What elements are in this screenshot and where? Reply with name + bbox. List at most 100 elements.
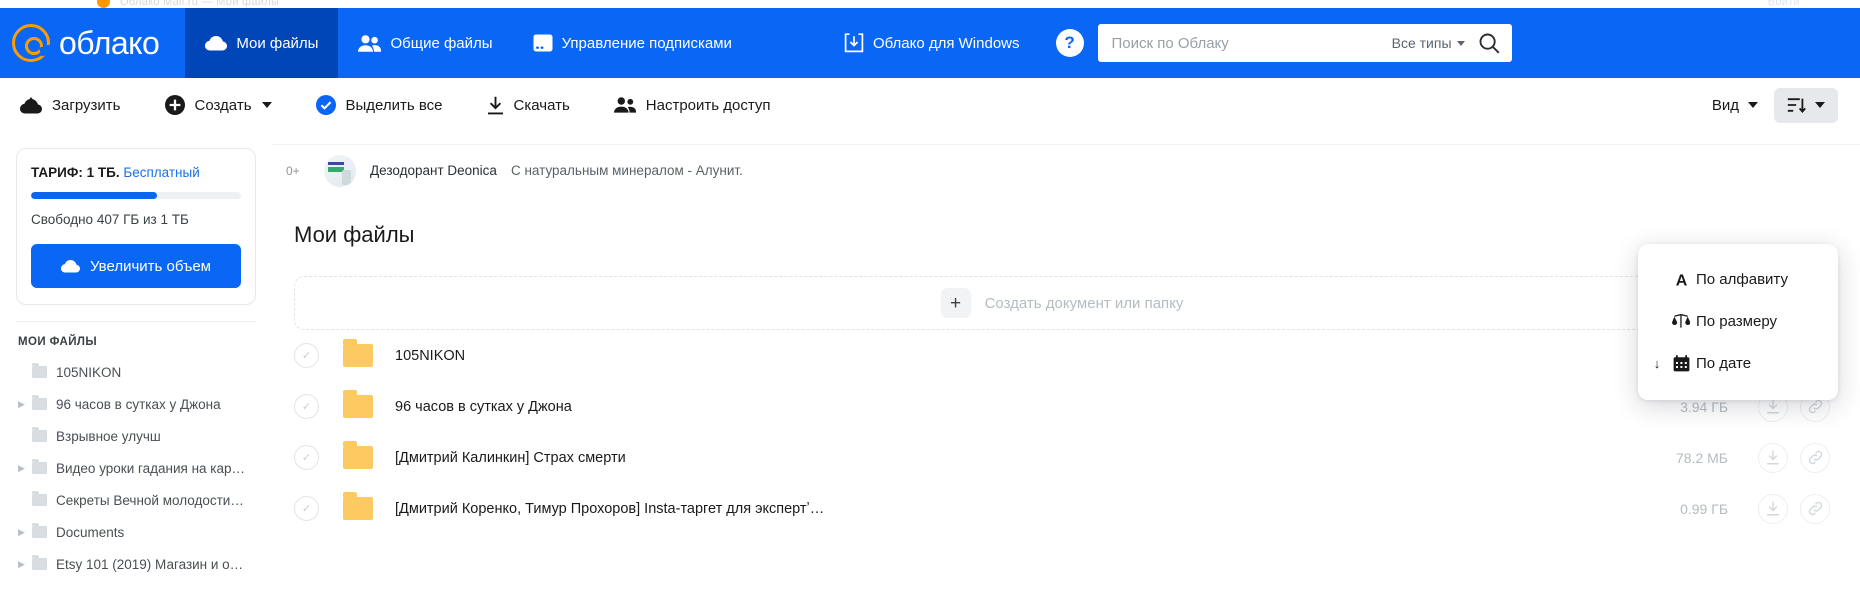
file-name: [Дмитрий Калинкин] Страх смерти bbox=[395, 449, 626, 466]
chevron-down-icon bbox=[1815, 102, 1825, 108]
logo[interactable]: облако bbox=[0, 8, 185, 78]
nav-item-cloud-for-windows[interactable]: Облако для Windows bbox=[824, 8, 1040, 78]
sort-menu-item[interactable]: По размеру bbox=[1638, 300, 1838, 342]
download-button[interactable]: Скачать bbox=[483, 96, 588, 115]
chevron-right-icon[interactable]: ▶ bbox=[18, 463, 32, 474]
ad-title: Дезодорант Deonica bbox=[370, 163, 497, 178]
upload-button[interactable]: Загрузить bbox=[16, 96, 139, 114]
row-checkbox[interactable]: ✓ bbox=[294, 394, 319, 419]
file-row[interactable]: ✓ 96 часов в сутках у Джона 3.94 ГБ bbox=[272, 381, 1860, 432]
file-row[interactable]: ✓ [Дмитрий Калинкин] Страх смерти 78.2 МБ bbox=[272, 432, 1860, 483]
row-checkbox[interactable]: ✓ bbox=[294, 343, 319, 368]
cloud-icon bbox=[205, 35, 228, 51]
tree-section-title: МОИ ФАЙЛЫ bbox=[18, 336, 98, 348]
tariff-title: ТАРИФ: 1 ТБ. Бесплатный bbox=[31, 165, 241, 180]
tree-item[interactable]: ▶ Видео уроки гадания на кар… bbox=[0, 452, 272, 484]
link-icon[interactable] bbox=[1800, 493, 1830, 524]
row-checkbox[interactable]: ✓ bbox=[294, 496, 319, 521]
sort-menu-item[interactable]: ↓ По дате bbox=[1638, 342, 1838, 384]
browser-chrome-strip: Облако Mail.ru — Мои файлы Войти bbox=[0, 0, 1860, 8]
file-name: [Дмитрий Коренко, Тимур Прохоров] Insta-… bbox=[395, 500, 825, 517]
page-title: Мои файлы bbox=[294, 222, 415, 247]
file-list: ✓105NIKON86.1 МБ✓96 часов в сутках у Джо… bbox=[272, 330, 1860, 534]
view-dropdown-button[interactable]: Вид bbox=[1702, 89, 1768, 122]
upload-cloud-icon bbox=[20, 96, 42, 114]
file-row[interactable]: ✓ [Дмитрий Коренко, Тимур Прохоров] Insta… bbox=[272, 483, 1860, 534]
nav-item-my-files[interactable]: Мои файлы bbox=[185, 8, 339, 78]
browser-tab-title: Облако Mail.ru — Мои файлы bbox=[120, 0, 280, 8]
tree-item[interactable]: ▶ Documents bbox=[0, 516, 272, 548]
upgrade-storage-button[interactable]: Увеличить объем bbox=[31, 244, 241, 288]
at-sign-icon bbox=[12, 24, 50, 62]
calendar-icon bbox=[1666, 354, 1696, 372]
app-header: облако Мои файлы Общие файлы Управление … bbox=[0, 8, 1860, 78]
sidebar: ТАРИФ: 1 ТБ. Бесплатный Свободно 407 ГБ … bbox=[0, 132, 272, 612]
download-icon bbox=[487, 96, 504, 115]
file-row[interactable]: ✓105NIKON86.1 МБ bbox=[272, 330, 1860, 381]
file-name: 96 часов в сутках у Джона bbox=[395, 398, 572, 415]
folder-icon bbox=[32, 491, 47, 506]
favicon-dot bbox=[97, 0, 110, 8]
check-circle-blue-icon bbox=[315, 95, 336, 115]
folder-tree: ▶105NIKON▶96 часов в сутках у Джона▶Взры… bbox=[0, 356, 272, 580]
sort-dropdown-menu: A По алфавиту По размеру ↓ По дате bbox=[1638, 244, 1838, 400]
search-types-dropdown[interactable]: Все типы bbox=[1392, 35, 1465, 51]
page-body: ТАРИФ: 1 ТБ. Бесплатный Свободно 407 ГБ … bbox=[0, 132, 1860, 612]
file-name: 105NIKON bbox=[395, 347, 466, 364]
tariff-free-link[interactable]: Бесплатный bbox=[123, 165, 199, 180]
logo-label: облако bbox=[59, 25, 160, 61]
tree-item[interactable]: ▶105NIKON bbox=[0, 356, 272, 388]
storage-progress-bar bbox=[31, 192, 241, 199]
folder-icon bbox=[32, 363, 47, 378]
tree-item-label: 105NIKON bbox=[56, 364, 122, 380]
folder-icon bbox=[32, 395, 47, 410]
tree-item[interactable]: ▶ 96 часов в сутках у Джона bbox=[0, 388, 272, 420]
tree-item-label: Взрывное улучш bbox=[56, 428, 161, 444]
tree-item-label: Documents bbox=[56, 524, 125, 540]
nav-item-subscriptions[interactable]: Управление подписками bbox=[513, 8, 752, 78]
advertisement-banner[interactable]: 0+ Дезодорант Deonica С натуральным мине… bbox=[272, 144, 1860, 196]
help-button[interactable]: ? bbox=[1055, 29, 1084, 57]
plus-icon: + bbox=[940, 288, 971, 318]
toolbar-label: Настроить доступ bbox=[645, 96, 771, 114]
create-document-dropzone[interactable]: + Создать документ или папку bbox=[294, 276, 1830, 330]
search-icon[interactable] bbox=[1479, 33, 1500, 54]
sort-dropdown-button[interactable] bbox=[1774, 87, 1838, 123]
alphabet-a-icon: A bbox=[1666, 271, 1696, 288]
storage-progress-fill bbox=[31, 192, 157, 199]
sort-menu-item[interactable]: A По алфавиту bbox=[1638, 258, 1838, 300]
create-button[interactable]: Создать bbox=[161, 95, 290, 115]
plus-circle-icon bbox=[164, 95, 185, 115]
free-space-label: Свободно 407 ГБ из 1 ТБ bbox=[31, 212, 189, 227]
chevron-right-icon[interactable]: ▶ bbox=[18, 527, 32, 538]
download-icon[interactable] bbox=[1758, 442, 1788, 473]
link-icon[interactable] bbox=[1800, 442, 1830, 473]
folder-icon bbox=[343, 492, 373, 520]
scales-icon bbox=[1666, 313, 1696, 329]
nav-item-shared-files[interactable]: Общие файлы bbox=[338, 8, 512, 78]
file-size: 3.94 ГБ bbox=[1680, 398, 1728, 415]
users-icon bbox=[358, 34, 382, 52]
folder-icon bbox=[32, 523, 47, 538]
download-icon[interactable] bbox=[1758, 493, 1788, 524]
tree-item[interactable]: ▶Секреты Вечной молодости… bbox=[0, 484, 272, 516]
action-toolbar: Загрузить Создать Выделить все Скачать Н… bbox=[0, 78, 1860, 132]
nav-label: Облако для Windows bbox=[872, 34, 1020, 52]
ad-age-rating: 0+ bbox=[286, 163, 300, 178]
chevron-right-icon[interactable]: ▶ bbox=[18, 559, 32, 570]
search-input[interactable] bbox=[1111, 34, 1392, 52]
toolbar-label: Скачать bbox=[513, 96, 570, 114]
sort-direction-icon: ↓ bbox=[1653, 355, 1661, 371]
row-checkbox[interactable]: ✓ bbox=[294, 445, 319, 470]
tree-item[interactable]: ▶ Etsy 101 (2019) Магазин и о… bbox=[0, 548, 272, 580]
chevron-right-icon[interactable]: ▶ bbox=[18, 399, 32, 410]
row-actions bbox=[1758, 493, 1830, 524]
tree-item[interactable]: ▶Взрывное улучш bbox=[0, 420, 272, 452]
share-access-button[interactable]: Настроить доступ bbox=[610, 97, 789, 114]
select-all-button[interactable]: Выделить все bbox=[312, 95, 461, 115]
upgrade-label: Увеличить объем bbox=[90, 257, 211, 275]
nav-label: Общие файлы bbox=[390, 34, 493, 52]
sort-menu-item-label: По дате bbox=[1696, 354, 1752, 372]
folder-icon bbox=[343, 390, 373, 418]
